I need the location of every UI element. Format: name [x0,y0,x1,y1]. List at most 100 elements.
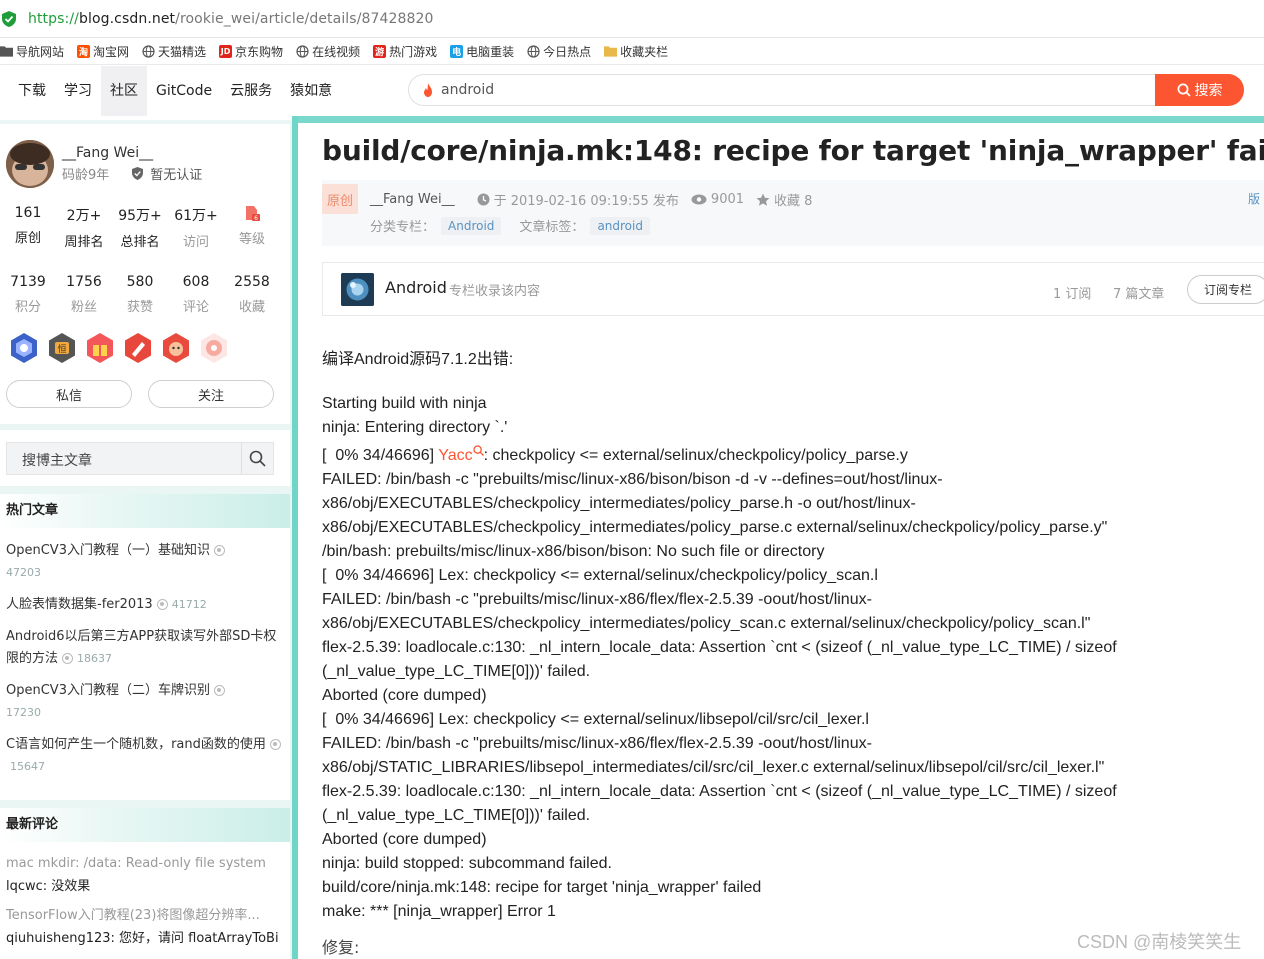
certification-label: 暂无认证 [150,168,203,183]
code-line: [ 0% 34/46696] Lex: checkpolicy <= exter… [322,708,1252,732]
bookmark-item[interactable]: 今日热点 [527,43,591,60]
hot-article-item[interactable]: C语言如何产生一个随机数，rand函数的使用 15647 [0,734,290,788]
comment-topic[interactable]: mac mkdir: /data: Read-only file system [0,852,290,875]
column-name[interactable]: Android [385,278,447,297]
comment-text[interactable]: lqcwc: 没效果 [0,875,290,898]
search-icon [249,450,266,467]
hot-article-item[interactable]: OpenCV3入门教程（二）车牌识别 17230 [0,680,290,734]
bookmark-label: 在线视频 [312,44,361,59]
hot-article-title[interactable]: C语言如何产生一个随机数，rand函数的使用 [6,737,266,752]
badge-gift-icon[interactable] [84,332,116,364]
badge-persist-icon[interactable]: 恒 [46,332,78,364]
search-input[interactable]: android [441,82,494,98]
nav-yuanruyi[interactable]: 猿如意 [281,66,341,116]
bookmark-label: 收藏夹栏 [620,44,669,59]
stat-total-rank[interactable]: 95万+ 总排名 [112,205,168,250]
badge-blue-icon[interactable] [8,332,40,364]
code-line-text: x86/obj/STATIC_LIBRARIES/libsepol_interm… [322,759,1105,776]
profile-stats-row-2: 7139 积分 1756 粉丝 580 获赞 608 评论 2558 收藏 [0,274,290,315]
code-line-text: ninja: Entering directory `.' [322,419,508,436]
hot-article-item[interactable]: OpenCV3入门教程（一）基础知识 47203 [0,540,290,594]
category-tag[interactable]: Android [441,216,502,235]
stat-likes: 580 获赞 [112,274,168,315]
subscribe-column-button[interactable]: 订阅专栏 [1187,275,1264,304]
stat-level[interactable]: 6 等级 [224,205,280,250]
hot-article-title[interactable]: 人脸表情数据集-fer2013 [6,597,153,612]
code-line: Starting build with ninja [322,392,1252,416]
nav-gitcode[interactable]: GitCode [147,66,221,116]
code-line: flex-2.5.39: loadlocale.c:130: _nl_inter… [322,636,1252,660]
site-search: android 搜索 [408,74,1244,106]
bookmark-item[interactable]: 游热门游戏 [373,43,437,60]
stat-value: 1756 [66,274,102,290]
bookmarks-bar: 导航网站淘淘宝网 天猫精选 JD 京东购物 在线视频游热门游戏电电脑重装 今日热点 收藏夹栏 [0,38,1264,65]
blog-search-button[interactable] [241,443,273,474]
stat-value: 580 [126,274,154,290]
bookmark-item[interactable]: JD 京东购物 [219,43,283,60]
bookmark-item[interactable]: 在线视频 [296,43,360,60]
search-icon[interactable] [472,443,484,460]
profile-name[interactable]: __Fang Wei__ [62,145,153,161]
stat-fans[interactable]: 1756 粉丝 [56,274,112,315]
bookmark-item[interactable]: 天猫精选 [142,43,206,60]
code-line: Aborted (core dumped) [322,684,1252,708]
hot-article-title[interactable]: OpenCV3入门教程（一）基础知识 [6,543,210,558]
article-author[interactable]: __Fang Wei__ [370,192,455,207]
yacc-search-link[interactable]: Yacc [438,447,472,464]
hot-article-item[interactable]: Android6以后第三方APP获取读写外部SD卡权限的方法 18637 [0,626,290,680]
nav-cloud[interactable]: 云服务 [221,66,281,116]
code-line-text: Aborted (core dumped) [322,831,487,848]
bookmark-item[interactable]: 导航网站 [0,43,64,60]
comment-text[interactable]: qiuhuisheng123: 您好，请问 floatArrayToBi [0,927,290,950]
blog-search-box[interactable]: 搜博主文章 [6,442,274,475]
code-line-text: FAILED: /bin/bash -c "prebuilts/misc/lin… [322,591,872,608]
recent-comments-title: 最新评论 [0,808,290,842]
blog-search-input[interactable]: 搜博主文章 [22,450,92,470]
avatar[interactable] [6,140,54,188]
article-tag[interactable]: android [590,216,650,235]
article-title: build/core/ninja.mk:148: recipe for targ… [322,134,1264,167]
bookmark-item[interactable]: 收藏夹栏 [604,43,668,60]
main-top-border [298,116,1264,123]
stat-value: 7139 [10,274,46,290]
code-line: FAILED: /bin/bash -c "prebuilts/misc/lin… [322,732,1252,756]
bookmark-label: 电脑重装 [466,44,515,59]
message-button[interactable]: 私信 [6,380,132,408]
hot-article-title[interactable]: Android6以后第三方APP获取读写外部SD卡权限的方法 [6,629,276,666]
stat-original[interactable]: 161 原创 [0,205,56,250]
code-line-text: /bin/bash: prebuilts/misc/linux-x86/biso… [322,543,825,560]
hot-article-item[interactable]: 人脸表情数据集-fer2013 41712 [0,594,290,626]
favorite-count[interactable]: 收藏 8 [774,190,812,209]
bookmark-item[interactable]: 电电脑重装 [450,43,514,60]
comment-topic[interactable]: TensorFlow入门教程(23)将图像超分辨率... [0,904,290,927]
badge-pen-icon[interactable] [122,332,154,364]
bookmark-label: 京东购物 [235,44,284,59]
nav-community[interactable]: 社区 [101,66,147,116]
column-desc: 专栏收录该内容 [449,284,541,299]
code-line-text: ninja: build stopped: subcommand failed. [322,855,612,872]
nav-learn[interactable]: 学习 [55,66,101,116]
badge-monkey-icon[interactable] [160,332,192,364]
game-icon: 游 [373,44,387,58]
profile-stats-row-1: 161 原创 2万+ 周排名 95万+ 总排名 61万+ 访问 6 等级 [0,205,290,250]
search-button[interactable]: 搜索 [1155,74,1244,106]
article-intro: 编译Android源码7.1.2出错: [322,351,514,368]
badge-flower-icon[interactable] [198,332,230,364]
follow-button[interactable]: 关注 [148,380,274,408]
stat-weekly-rank[interactable]: 2万+ 周排名 [56,205,112,250]
copyright-link[interactable]: 版 [1248,190,1260,207]
url-text[interactable]: https://blog.csdn.net/rookie_wei/article… [28,11,434,27]
stat-value: 61万+ [174,208,218,224]
star-icon[interactable] [756,193,770,207]
category-label: 分类专栏： [370,220,436,235]
computer-icon: 电 [450,44,464,58]
article-next-heading: 修复: [322,938,360,957]
stat-comments: 608 评论 [168,274,224,315]
address-bar[interactable]: https://blog.csdn.net/rookie_wei/article… [0,0,1264,38]
code-line: /bin/bash: prebuilts/misc/linux-x86/biso… [322,540,1252,564]
hot-article-views: 17230 [6,706,41,719]
bookmark-item[interactable]: 淘淘宝网 [77,43,129,60]
hot-article-title[interactable]: OpenCV3入门教程（二）车牌识别 [6,683,210,698]
column-cover[interactable] [341,273,374,306]
nav-download[interactable]: 下载 [9,66,55,116]
